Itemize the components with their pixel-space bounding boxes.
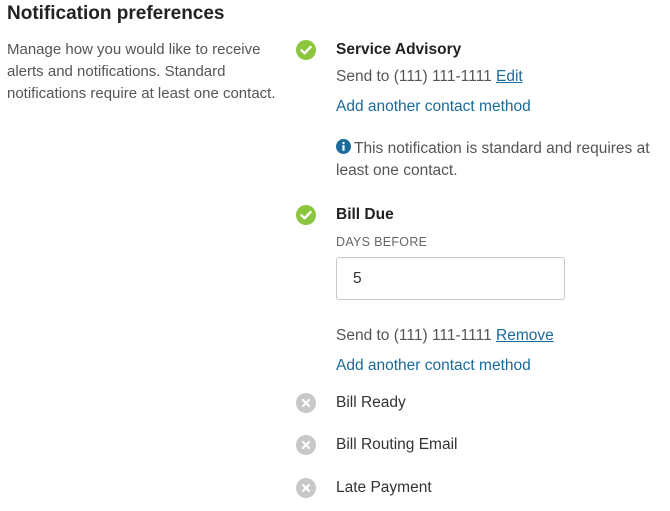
notification-bill-routing-email: Bill Routing Email — [296, 435, 666, 457]
check-circle-icon[interactable] — [296, 40, 316, 60]
notification-name: Service Advisory — [336, 41, 462, 58]
notification-name: Bill Routing Email — [336, 436, 458, 453]
x-circle-icon[interactable] — [296, 435, 316, 455]
standard-notification-note: This notification is standard and requir… — [336, 138, 656, 182]
send-to-line: Send to (111) 111-1111 Edit — [336, 67, 523, 87]
page-title: Notification preferences — [7, 3, 225, 24]
x-circle-icon[interactable] — [296, 478, 316, 498]
page-description: Manage how you would like to receive ale… — [7, 41, 276, 102]
add-contact-method-link[interactable]: Add another contact method — [336, 357, 531, 374]
check-circle-icon[interactable] — [296, 205, 316, 225]
remove-contact-link[interactable]: Remove — [496, 327, 554, 344]
x-circle-icon[interactable] — [296, 393, 316, 413]
send-to-prefix: Send to — [336, 68, 390, 85]
edit-contact-link[interactable]: Edit — [496, 68, 523, 85]
send-to-prefix: Send to — [336, 327, 390, 344]
notification-service-advisory: Service Advisory Send to (111) 111-1111 … — [296, 40, 666, 190]
days-before-label: DAYS BEFORE — [336, 235, 428, 249]
days-before-input[interactable] — [336, 257, 565, 300]
add-contact-method-link[interactable]: Add another contact method — [336, 98, 531, 115]
notification-name: Late Payment — [336, 479, 432, 496]
notification-bill-ready: Bill Ready — [296, 393, 666, 415]
note-text: This notification is standard and requir… — [336, 140, 650, 179]
notification-bill-due: Bill Due DAYS BEFORE Send to (111) 111-1… — [296, 205, 666, 385]
phone-number: (111) 111-1111 — [393, 68, 492, 85]
send-to-line: Send to (111) 111-1111 Remove — [336, 326, 554, 346]
info-circle-icon — [336, 139, 351, 154]
notification-late-payment: Late Payment — [296, 478, 666, 500]
notification-name: Bill Due — [336, 206, 394, 223]
phone-number: (111) 111-1111 — [393, 327, 492, 344]
notification-name: Bill Ready — [336, 394, 406, 411]
